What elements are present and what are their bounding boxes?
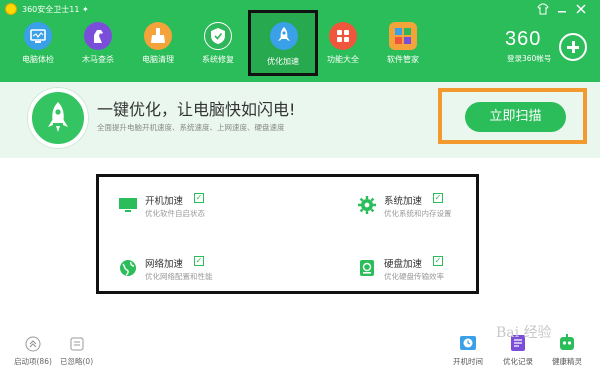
nav-item-feature-center[interactable]: 功能大全	[316, 18, 370, 80]
health-assistant-label: 健康精灵	[552, 357, 582, 366]
harddisk-icon	[357, 258, 377, 278]
nav-label: 软件管家	[387, 55, 419, 64]
app-logo-icon	[5, 3, 17, 15]
option-title: 系统加速	[384, 196, 423, 207]
nav-item-computer-cleanup[interactable]: 电脑清理	[131, 18, 185, 80]
close-icon[interactable]	[575, 3, 587, 15]
nav-label: 功能大全	[327, 55, 359, 64]
add-icon[interactable]	[559, 33, 587, 61]
broom-icon	[144, 22, 172, 50]
option-title: 网络加速	[145, 259, 184, 270]
nav-label: 电脑清理	[142, 55, 174, 64]
option-title: 硬盘加速	[384, 259, 423, 270]
option-checkbox[interactable]: ✓	[194, 193, 204, 203]
nav-item-computer-checkup[interactable]: 电脑体检	[11, 18, 65, 80]
nav-label: 优化加速	[267, 57, 299, 66]
startup-items-button[interactable]: 启动项(86)	[14, 336, 52, 367]
monitor-icon	[24, 22, 52, 50]
nav-item-software-manager[interactable]: 软件管家	[376, 18, 430, 80]
globe-icon	[118, 258, 138, 278]
option-description: 优化硬盘传输效率	[384, 272, 444, 281]
grid-icon	[329, 22, 357, 50]
monitor-icon	[118, 195, 138, 215]
nav-item-trojan-scan[interactable]: 木马查杀	[71, 18, 125, 80]
top-header: 360安全卫士11 ✦ 电脑体检 木马查杀 电脑清理 系统修复 优化加速 功能大…	[0, 0, 600, 82]
apps-icon	[389, 22, 417, 50]
nav-label: 电脑体检	[22, 55, 54, 64]
option-checkbox[interactable]: ✓	[433, 193, 443, 203]
login-link[interactable]: 登录360帐号	[507, 53, 551, 64]
scan-now-button[interactable]: 立即扫描	[465, 102, 566, 132]
health-assistant-button[interactable]: 健康精灵	[552, 334, 582, 367]
clock-icon	[459, 334, 477, 352]
option-description: 优化网络配置和性能	[145, 272, 213, 281]
startup-items-label: 启动项(86)	[14, 357, 52, 366]
shirt-icon[interactable]	[537, 3, 549, 15]
nav-label: 木马查杀	[82, 55, 114, 64]
ignored-items-label: 已忽略(0)	[60, 357, 94, 366]
nav-item-optimize-speedup[interactable]: 优化加速	[248, 10, 318, 76]
boot-time-label: 开机时间	[453, 357, 483, 366]
app-title: 360安全卫士11 ✦	[22, 5, 89, 14]
page-subtitle: 全面提升电脑开机速度、系统速度、上网速度、硬盘速度	[97, 123, 285, 132]
option-description: 优化系统和内存设置	[384, 209, 452, 218]
brand-logo: 360	[505, 28, 542, 50]
nav-item-system-repair[interactable]: 系统修复	[191, 18, 245, 80]
shield-icon	[204, 22, 232, 50]
boot-time-button[interactable]: 开机时间	[453, 334, 483, 367]
option-title: 开机加速	[145, 196, 184, 207]
double-chevron-up-icon	[25, 336, 41, 352]
robot-icon	[558, 334, 576, 352]
rocket-icon	[28, 88, 88, 148]
watermark: Bai 经验	[496, 325, 552, 341]
ignored-items-button[interactable]: 已忽略(0)	[60, 336, 93, 367]
minimize-icon[interactable]	[556, 3, 568, 15]
optimize-history-label: 优化记录	[503, 357, 533, 366]
option-checkbox[interactable]: ✓	[194, 256, 204, 266]
ignore-list-icon	[69, 336, 85, 352]
page-title: 一键优化，让电脑快如闪电!	[97, 100, 296, 119]
option-description: 优化软件自启状态	[145, 209, 205, 218]
nav-label: 系统修复	[202, 55, 234, 64]
rocket-icon	[270, 22, 298, 50]
option-checkbox[interactable]: ✓	[433, 256, 443, 266]
horse-icon	[84, 22, 112, 50]
gear-icon	[357, 195, 377, 215]
